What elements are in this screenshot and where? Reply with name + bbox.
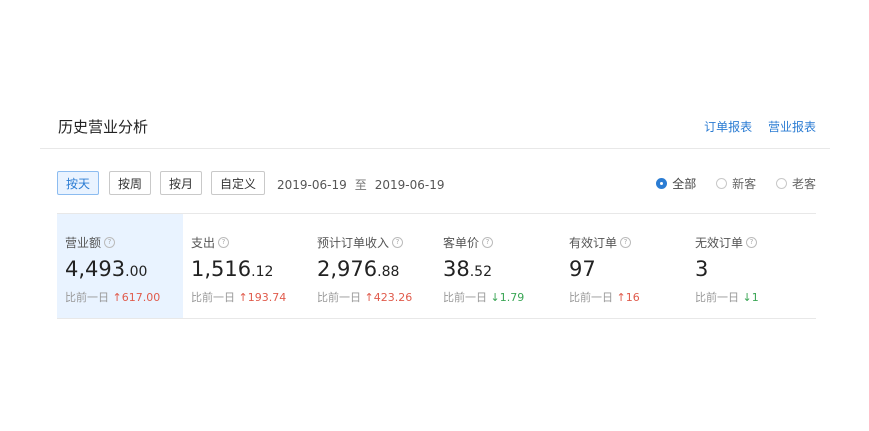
compare-delta: 617.00	[121, 291, 161, 304]
metric-value: 4,493.00	[65, 257, 183, 284]
help-icon[interactable]: ?	[620, 237, 632, 248]
metric-label: 客单价	[443, 236, 480, 250]
arrow-up-icon: ↑	[364, 291, 374, 304]
compare-delta: 16	[625, 291, 640, 304]
page-title: 历史营业分析	[58, 118, 149, 136]
compare-delta: 1	[751, 291, 759, 304]
compare-label: 比前一日	[695, 291, 739, 304]
radio-unchecked-icon	[716, 178, 728, 189]
compare-label: 比前一日	[65, 291, 109, 304]
radio-old-label: 老客	[791, 177, 816, 191]
metric-label: 预计订单收入	[317, 236, 390, 250]
metric-revenue[interactable]: 营业额? 4,493.00 比前一日 ↑617.00	[57, 214, 183, 318]
report-links: 订单报表 营业报表	[692, 118, 816, 135]
metric-value-dec: .52	[469, 264, 492, 280]
metric-expected-order-income[interactable]: 预计订单收入? 2,976.88 比前一日 ↑423.26	[309, 214, 435, 318]
period-week-button[interactable]: 按周	[109, 171, 152, 195]
metric-value-int: 3	[695, 257, 709, 281]
customer-type-radios: 全部 新客 老客	[640, 175, 816, 192]
radio-all[interactable]: 全部	[656, 175, 696, 192]
radio-checked-icon	[656, 178, 668, 189]
arrow-down-icon: ↓	[742, 291, 752, 304]
compare-delta: 423.26	[373, 291, 413, 304]
compare-label: 比前一日	[443, 291, 487, 304]
compare-delta: 193.74	[247, 291, 287, 304]
order-report-link[interactable]: 订单报表	[704, 120, 752, 134]
date-to: 2019-06-19	[374, 178, 445, 192]
metric-value-dec: .88	[377, 264, 400, 280]
metric-value: 97	[569, 257, 687, 284]
arrow-up-icon: ↑	[616, 291, 626, 304]
compare-label: 比前一日	[191, 291, 235, 304]
metric-label: 有效订单	[569, 236, 618, 250]
metric-compare: 比前一日 ↑423.26	[317, 289, 435, 305]
history-analysis-panel: 历史营业分析 订单报表 营业报表 按天 按周 按月 自定义 2019-06-19…	[40, 108, 830, 319]
metric-value-int: 4,493	[65, 257, 126, 281]
metric-value: 1,516.12	[191, 257, 309, 284]
metric-value-int: 97	[569, 257, 596, 281]
radio-all-label: 全部	[672, 177, 697, 191]
metric-compare: 比前一日 ↓1	[695, 289, 813, 305]
help-icon[interactable]: ?	[104, 237, 116, 248]
radio-old[interactable]: 老客	[775, 175, 816, 192]
radio-unchecked-icon	[775, 178, 787, 189]
metric-value-dec: .00	[125, 264, 148, 280]
arrow-up-icon: ↑	[238, 291, 248, 304]
metric-value-int: 1,516	[191, 257, 252, 281]
metric-valid-orders[interactable]: 有效订单? 97 比前一日 ↑16	[561, 214, 687, 318]
metric-value-int: 2,976	[317, 257, 378, 281]
metric-compare: 比前一日 ↑193.74	[191, 289, 309, 305]
compare-label: 比前一日	[569, 291, 613, 304]
radio-new-label: 新客	[732, 177, 757, 191]
metrics-row: 营业额? 4,493.00 比前一日 ↑617.00 支出? 1,516.12 …	[57, 214, 816, 319]
period-day-button[interactable]: 按天	[57, 171, 100, 195]
help-icon[interactable]: ?	[482, 237, 494, 248]
help-icon[interactable]: ?	[392, 237, 404, 248]
compare-delta: 1.79	[499, 291, 525, 304]
date-range[interactable]: 2019-06-19 至 2019-06-19	[277, 176, 445, 193]
metric-expense[interactable]: 支出? 1,516.12 比前一日 ↑193.74	[183, 214, 309, 318]
metric-label: 无效订单	[695, 236, 744, 250]
date-separator: 至	[354, 178, 367, 192]
compare-label: 比前一日	[317, 291, 361, 304]
date-from: 2019-06-19	[277, 178, 347, 192]
metric-value: 38.52	[443, 257, 561, 284]
arrow-up-icon: ↑	[112, 291, 122, 304]
metric-value-dec: .12	[251, 264, 274, 280]
metric-value: 3	[695, 257, 813, 284]
metric-invalid-orders[interactable]: 无效订单? 3 比前一日 ↓1	[687, 214, 813, 318]
help-icon[interactable]: ?	[218, 237, 230, 248]
panel-header: 历史营业分析 订单报表 营业报表	[40, 108, 830, 149]
arrow-down-icon: ↓	[490, 291, 500, 304]
metric-compare: 比前一日 ↑617.00	[65, 289, 183, 305]
metric-compare: 比前一日 ↓1.79	[443, 289, 561, 305]
filter-row: 按天 按周 按月 自定义 2019-06-19 至 2019-06-19 全部 新客…	[57, 149, 816, 214]
period-month-button[interactable]: 按月	[160, 171, 203, 195]
metric-label: 支出	[191, 236, 216, 250]
metric-value-int: 38	[443, 257, 470, 281]
metric-label: 营业额	[65, 236, 102, 250]
metric-compare: 比前一日 ↑16	[569, 289, 687, 305]
metric-avg-order-price[interactable]: 客单价? 38.52 比前一日 ↓1.79	[435, 214, 561, 318]
business-report-link[interactable]: 营业报表	[768, 120, 816, 134]
help-icon[interactable]: ?	[746, 237, 758, 248]
metric-value: 2,976.88	[317, 257, 435, 284]
radio-new[interactable]: 新客	[716, 175, 756, 192]
period-custom-button[interactable]: 自定义	[211, 171, 266, 195]
